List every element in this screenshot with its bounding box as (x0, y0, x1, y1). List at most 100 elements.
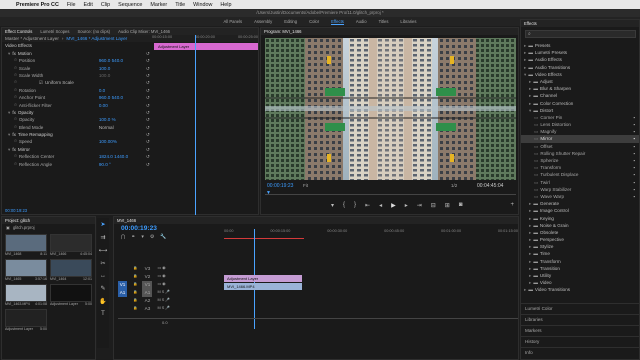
menu-file[interactable]: File (67, 2, 76, 8)
track-toggle-icons[interactable]: M S 🎤 (157, 305, 170, 312)
reset-icon[interactable]: ↺ (146, 87, 150, 94)
panel-libraries[interactable]: Libraries (521, 314, 639, 325)
tab-source-no-clips-[interactable]: Source: (no clips) (77, 29, 110, 34)
source-patch[interactable]: A1 (118, 289, 127, 297)
lock-icon[interactable]: 🔒 (133, 281, 137, 288)
fx-badge-icon[interactable]: fx (12, 50, 16, 57)
play-icon[interactable]: ▶ (391, 202, 396, 209)
project-item[interactable]: MVI_1466 4:45:04 (50, 234, 92, 256)
menu-edit[interactable]: Edit (84, 2, 93, 8)
workspace-audio[interactable]: Audio (356, 19, 367, 24)
reset-icon[interactable]: ↺ (146, 72, 150, 79)
effects-item[interactable]: ▭ Mirror ▪ (521, 135, 639, 143)
disclosure-triangle-icon[interactable]: ▾ (8, 146, 10, 153)
reset-icon[interactable]: ↺ (146, 79, 150, 86)
lock-icon[interactable]: 🔒 (133, 297, 137, 304)
selection-tool-icon[interactable]: ➤ (100, 221, 105, 228)
project-title[interactable]: Project: glitch (5, 218, 30, 223)
reset-icon[interactable]: ↺ (146, 57, 150, 64)
menu-title[interactable]: Title (175, 2, 185, 8)
workspace-color[interactable]: Color (309, 19, 319, 24)
effects-folder[interactable]: ▸ ▬ Audio Transitions (521, 64, 639, 71)
fx-badge-icon[interactable]: fx (12, 109, 16, 116)
menu-help[interactable]: Help (220, 2, 231, 8)
fit-dropdown[interactable]: Fit (303, 183, 308, 188)
reset-icon[interactable]: ↺ (146, 161, 150, 168)
effects-folder[interactable]: ▸ ▬ Adjust (521, 78, 639, 85)
go-to-in-icon[interactable]: ⇤ (365, 202, 370, 209)
wrench-icon[interactable]: 🔧 (160, 234, 166, 240)
keyframe-toggle-icon[interactable]: ⏱ (14, 87, 17, 94)
effects-item[interactable]: ▭ Wave Warp ▪ (521, 193, 639, 200)
effects-search[interactable]: ⌕ (525, 30, 636, 38)
clip-thumbnail[interactable] (5, 284, 47, 303)
clip-thumbnail[interactable] (5, 259, 47, 278)
ec-playhead[interactable] (195, 35, 196, 215)
hand-icon[interactable]: ✋ (99, 298, 106, 305)
timeline-timecode[interactable]: 00:00:19:23 (121, 225, 157, 232)
effects-item[interactable]: ▭ Rolling Shutter Repair ▪ (521, 150, 639, 157)
track-name[interactable]: A3 (142, 305, 152, 312)
source-label[interactable]: Master * Adjustment Layer (5, 35, 59, 42)
param-value[interactable]: 0.0 (99, 87, 105, 94)
reset-icon[interactable]: ↺ (146, 102, 150, 109)
keyframe-toggle-icon[interactable]: ⏱ (14, 72, 17, 79)
track-toggle-icons[interactable]: ▭ ◉ (157, 265, 165, 272)
keyframe-toggle-icon[interactable]: ⏱ (14, 79, 17, 86)
param-value[interactable]: 960.0 540.0 (99, 94, 123, 101)
clip-thumbnail[interactable] (50, 259, 92, 278)
track-name[interactable]: V1 (142, 281, 153, 289)
effects-item[interactable]: ▭ Offset ▪ (521, 143, 639, 150)
timeline-ruler[interactable]: 00:00 00:00:15:00 00:00:30:00 00:00:45:00 00… (224, 229, 518, 237)
effects-folder[interactable]: ▸ ▬ Generate (521, 200, 639, 207)
snap-icon[interactable]: ⋂ (121, 234, 125, 240)
menu-window[interactable]: Window (193, 2, 212, 8)
param-value[interactable]: 960.0 540.0 (99, 57, 123, 64)
effects-folder[interactable]: ▸ ▬ Noise & Grain (521, 222, 639, 229)
lock-icon[interactable]: 🔒 (133, 273, 137, 280)
reset-icon[interactable]: ↺ (146, 153, 150, 160)
tab-lumetri-scopes[interactable]: Lumetri Scopes (40, 29, 69, 34)
project-item[interactable]: Adjustment Layer 5:00 (50, 284, 92, 306)
workspace-effects[interactable]: Effects (331, 19, 344, 25)
reset-icon[interactable]: ↺ (146, 109, 150, 116)
effects-folder[interactable]: ▸ ▬ Transform (521, 258, 639, 265)
lock-icon[interactable]: 🔒 (133, 265, 137, 272)
track-toggle-icons[interactable]: M S 🎤 (157, 289, 170, 296)
add-marker-icon[interactable]: ▾ (141, 234, 144, 240)
fx-badge-icon[interactable]: fx (12, 131, 16, 138)
project-item[interactable]: MVI_1463.MP4 4:01:08 (5, 284, 47, 306)
disclosure-triangle-icon[interactable]: ▾ (8, 131, 10, 138)
track-name[interactable]: V3 (142, 265, 152, 272)
effects-item[interactable]: ▭ Turbulent Displace ▪ (521, 171, 639, 178)
effects-folder[interactable]: ▸ ▬ Color Correction (521, 100, 639, 107)
panel-markers[interactable]: Markers (521, 325, 639, 336)
track-name[interactable]: A2 (142, 297, 152, 304)
lift-icon[interactable]: ⊟ (431, 202, 436, 209)
linked-icon[interactable]: ⚭ (131, 234, 135, 240)
keyframe-toggle-icon[interactable]: ⏱ (14, 94, 17, 101)
keyframe-toggle-icon[interactable]: ⏱ (14, 102, 17, 109)
effects-item[interactable]: ▭ Spherize ▪ (521, 157, 639, 164)
tab-effect-controls[interactable]: Effect Controls (5, 29, 32, 34)
source-patch[interactable]: V1 (118, 281, 127, 289)
reset-icon[interactable]: ↺ (146, 138, 150, 145)
effects-item[interactable]: ▭ Corner Pin ▪ (521, 114, 639, 121)
keyframe-toggle-icon[interactable]: ⏱ (14, 65, 17, 72)
effects-folder[interactable]: ▸ ▬ Channel (521, 92, 639, 99)
reset-icon[interactable]: ↺ (146, 146, 150, 153)
param-value[interactable]: 1824.0 1440.0 (99, 153, 128, 160)
workspace-editing[interactable]: Editing (284, 19, 297, 24)
checkbox-icon[interactable]: ☑ (39, 79, 43, 86)
effects-folder[interactable]: ▸ ▬ Transition (521, 265, 639, 272)
project-item[interactable]: MVI_1464 12:01 (50, 259, 92, 281)
disclosure-triangle-icon[interactable]: ▾ (8, 109, 10, 116)
razor-icon[interactable]: ✂ (100, 260, 105, 267)
param-value[interactable]: 100.00% (99, 138, 117, 145)
effects-title[interactable]: Effects (524, 21, 537, 26)
effects-folder[interactable]: ▸ ▬ Utility (521, 272, 639, 279)
timeline-clip[interactable]: Adjustment Layer (224, 275, 302, 282)
keyframe-toggle-icon[interactable]: ⏱ (14, 124, 17, 131)
add-button-icon[interactable]: + (510, 202, 514, 208)
program-scrubber[interactable]: ▼ (265, 191, 516, 196)
